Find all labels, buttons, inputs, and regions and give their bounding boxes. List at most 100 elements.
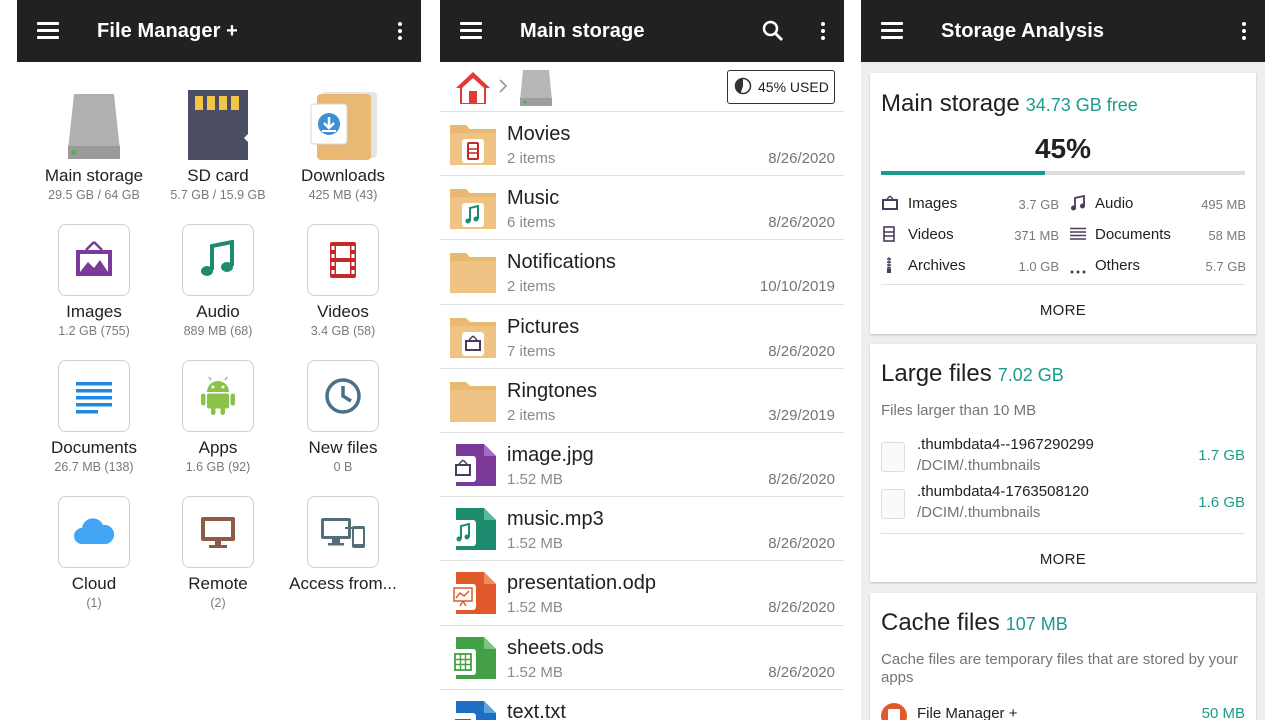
item-name: music.mp3 [507,508,604,531]
document-lines-icon [58,360,130,432]
storage-used-badge[interactable]: 45% USED [727,70,835,104]
large-file-item[interactable]: .thumbdata4--1967290299 /DCIM/.thumbnail… [881,436,1245,480]
android-icon [182,360,254,432]
new-files-tile[interactable]: New files 0 B [281,360,405,474]
overflow-menu-icon[interactable] [397,22,403,42]
usage-pie-icon [734,77,752,98]
folder-music-icon [448,185,498,231]
item-detail: 2 items [507,150,556,167]
audio-tile[interactable]: Audio 889 MB (68) [156,224,280,338]
tile-sub: 425 MB (43) [308,188,378,202]
large-files-card: Large files 7.02 GB Files larger than 10 … [870,344,1256,582]
zipper-icon [885,257,893,277]
list-item[interactable]: music.mp3 1.52 MB 8/26/2020 [440,497,844,562]
sd-card-tile[interactable]: SD card 5.7 GB / 15.9 GB [156,88,280,202]
list-item[interactable]: image.jpg 1.52 MB 8/26/2020 [440,433,844,498]
images-tile[interactable]: Images 1.2 GB (755) [32,224,156,338]
hard-drive-icon [58,88,130,160]
app-title: File Manager + [97,20,238,42]
more-button[interactable]: MORE [870,551,1256,568]
documents-tile[interactable]: Documents 26.7 MB (138) [32,360,156,474]
music-note-icon [182,224,254,296]
drive-crumb-icon[interactable] [518,68,554,111]
folder-video-icon [448,121,498,167]
tile-label: Audio [196,302,240,321]
item-date: 8/26/2020 [768,470,835,488]
item-name: sheets.ods [507,636,604,659]
divider [881,284,1245,285]
free-space: 34.73 GB free [1025,95,1138,115]
used-label: 45% USED [758,79,829,95]
app-title: Storage Analysis [941,20,1105,42]
item-date: 8/26/2020 [768,342,835,360]
tile-sub: 5.7 GB / 15.9 GB [170,188,266,202]
item-name: Ringtones [507,379,598,402]
cloud-tile[interactable]: Cloud (1) [32,496,156,610]
remote-tile[interactable]: Remote (2) [156,496,280,610]
tile-label: New files [308,438,378,457]
item-name: presentation.odp [507,572,657,595]
chevron-right-icon [498,78,508,99]
file-path: /DCIM/.thumbnails [917,504,1041,521]
list-item[interactable]: Movies 2 items 8/26/2020 [440,112,844,177]
menu-icon[interactable] [460,22,482,39]
item-date: 8/26/2020 [768,214,835,232]
large-files-total: 7.02 GB [997,365,1064,385]
card-description: Cache files are temporary files that are… [881,651,1238,686]
card-heading: Main storage 34.73 GB free [881,90,1138,118]
list-item[interactable]: presentation.odp 1.52 MB 8/26/2020 [440,561,844,626]
more-dots-icon [1070,262,1086,279]
list-item[interactable]: Ringtones 2 items 3/29/2019 [440,369,844,433]
divider [881,533,1245,534]
apps-tile[interactable]: Apps 1.6 GB (92) [156,360,280,474]
cache-files-card: Cache files 107 MB Cache files are tempor… [870,593,1256,720]
file-name: .thumbdata4--1967290299 [917,436,1094,453]
list-item[interactable]: Pictures 7 items 8/26/2020 [440,305,844,369]
storage-analysis-panel: Storage Analysis Main storage 34.73 GB fr… [861,0,1265,720]
item-name: image.jpg [507,443,594,466]
image-file-icon [448,442,498,488]
file-name: .thumbdata4-1763508120 [917,483,1089,500]
main-storage-card: Main storage 34.73 GB free 45% Images 3.7… [870,73,1256,334]
list-item[interactable]: Notifications 2 items 10/10/2019 [440,240,844,305]
access-from-tile[interactable]: Access from... [281,496,405,596]
more-button[interactable]: MORE [870,302,1256,319]
videos-tile[interactable]: Videos 3.4 GB (58) [281,224,405,338]
item-detail: 1.52 MB [507,663,563,681]
app-bar: Storage Analysis [861,0,1265,62]
overflow-menu-icon[interactable] [820,22,826,42]
category-label: Others [1095,257,1141,274]
usage-bar [881,171,1245,175]
tile-label: Videos [317,302,369,321]
app-bar: File Manager + [17,0,421,62]
card-title: Large files [881,360,992,387]
list-item[interactable]: Music 6 items 8/26/2020 [440,176,844,241]
card-heading: Large files 7.02 GB [881,360,1064,388]
home-icon[interactable] [454,70,492,111]
search-icon[interactable] [762,20,784,42]
sd-card-icon [182,88,254,160]
main-storage-panel: Main storage 45% USED Movies 2 items 8/2… [440,0,844,720]
downloads-tile[interactable]: Downloads 425 MB (43) [281,88,405,202]
tile-label: Cloud [71,574,117,593]
tile-label: Images [66,302,122,321]
category-label: Archives [908,257,966,274]
item-detail: 1.52 MB [507,599,563,617]
downloads-folder-icon [307,88,379,160]
category-size: 371 MB [1014,228,1059,243]
menu-icon[interactable] [881,22,903,39]
list-item[interactable]: text.txt [440,690,844,720]
document-lines-icon [1070,227,1086,245]
overflow-menu-icon[interactable] [1241,22,1247,42]
list-item[interactable]: sheets.ods 1.52 MB 8/26/2020 [440,626,844,690]
main-storage-tile[interactable]: Main storage 29.5 GB / 64 GB [32,88,156,202]
item-date: 3/29/2019 [768,406,835,424]
large-file-item[interactable]: .thumbdata4-1763508120 /DCIM/.thumbnails… [881,483,1245,527]
item-name: Music [507,187,560,210]
file-size: 1.6 GB [1198,494,1245,511]
presentation-file-icon [448,570,498,616]
cache-app-item[interactable]: File Manager + 50 MB [881,701,1245,720]
menu-icon[interactable] [37,22,59,39]
category-label: Images [908,195,958,212]
tile-sub: 0 B [333,460,353,474]
